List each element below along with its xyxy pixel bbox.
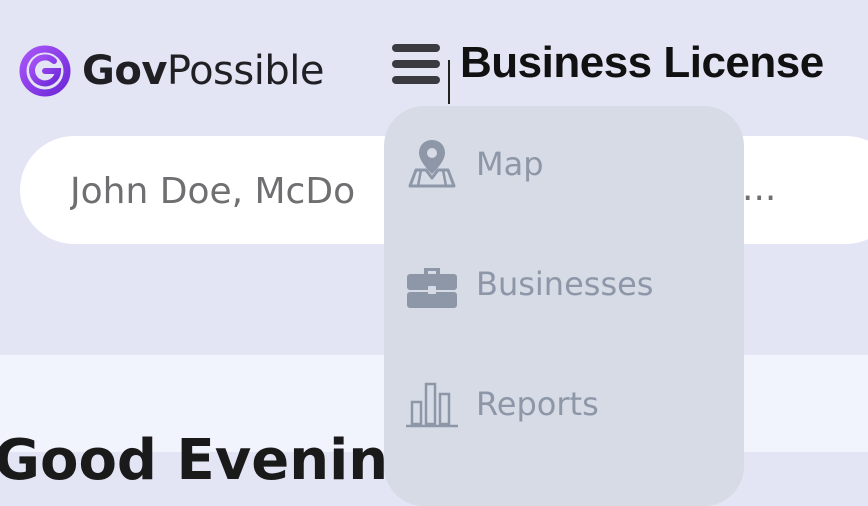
brand-name-bold: Gov	[82, 48, 167, 94]
briefcase-icon	[407, 268, 457, 308]
menu-bar-icon	[392, 76, 440, 84]
menu-item-map[interactable]: Map	[404, 136, 544, 192]
page-title: Business License	[460, 38, 824, 87]
search-placeholder-tail: ...	[742, 168, 777, 209]
navigation-dropdown: Map Businesses Reports	[384, 106, 744, 506]
brand-name-regular: Possible	[166, 48, 325, 94]
text-cursor-icon	[448, 60, 450, 104]
map-pin-icon	[408, 140, 456, 188]
bar-chart-icon	[406, 382, 458, 428]
brand-name: GovPossible	[82, 51, 324, 91]
hamburger-menu-button[interactable]	[388, 40, 444, 88]
menu-item-reports[interactable]: Reports	[404, 376, 599, 432]
govpossible-logo-icon	[19, 45, 71, 97]
menu-bar-icon	[392, 60, 440, 68]
menu-item-businesses[interactable]: Businesses	[404, 256, 653, 312]
menu-bar-icon	[392, 44, 440, 52]
menu-item-label: Businesses	[476, 265, 654, 303]
menu-item-label: Reports	[476, 385, 599, 423]
menu-item-label: Map	[476, 145, 544, 183]
brand[interactable]: GovPossible	[18, 44, 324, 98]
